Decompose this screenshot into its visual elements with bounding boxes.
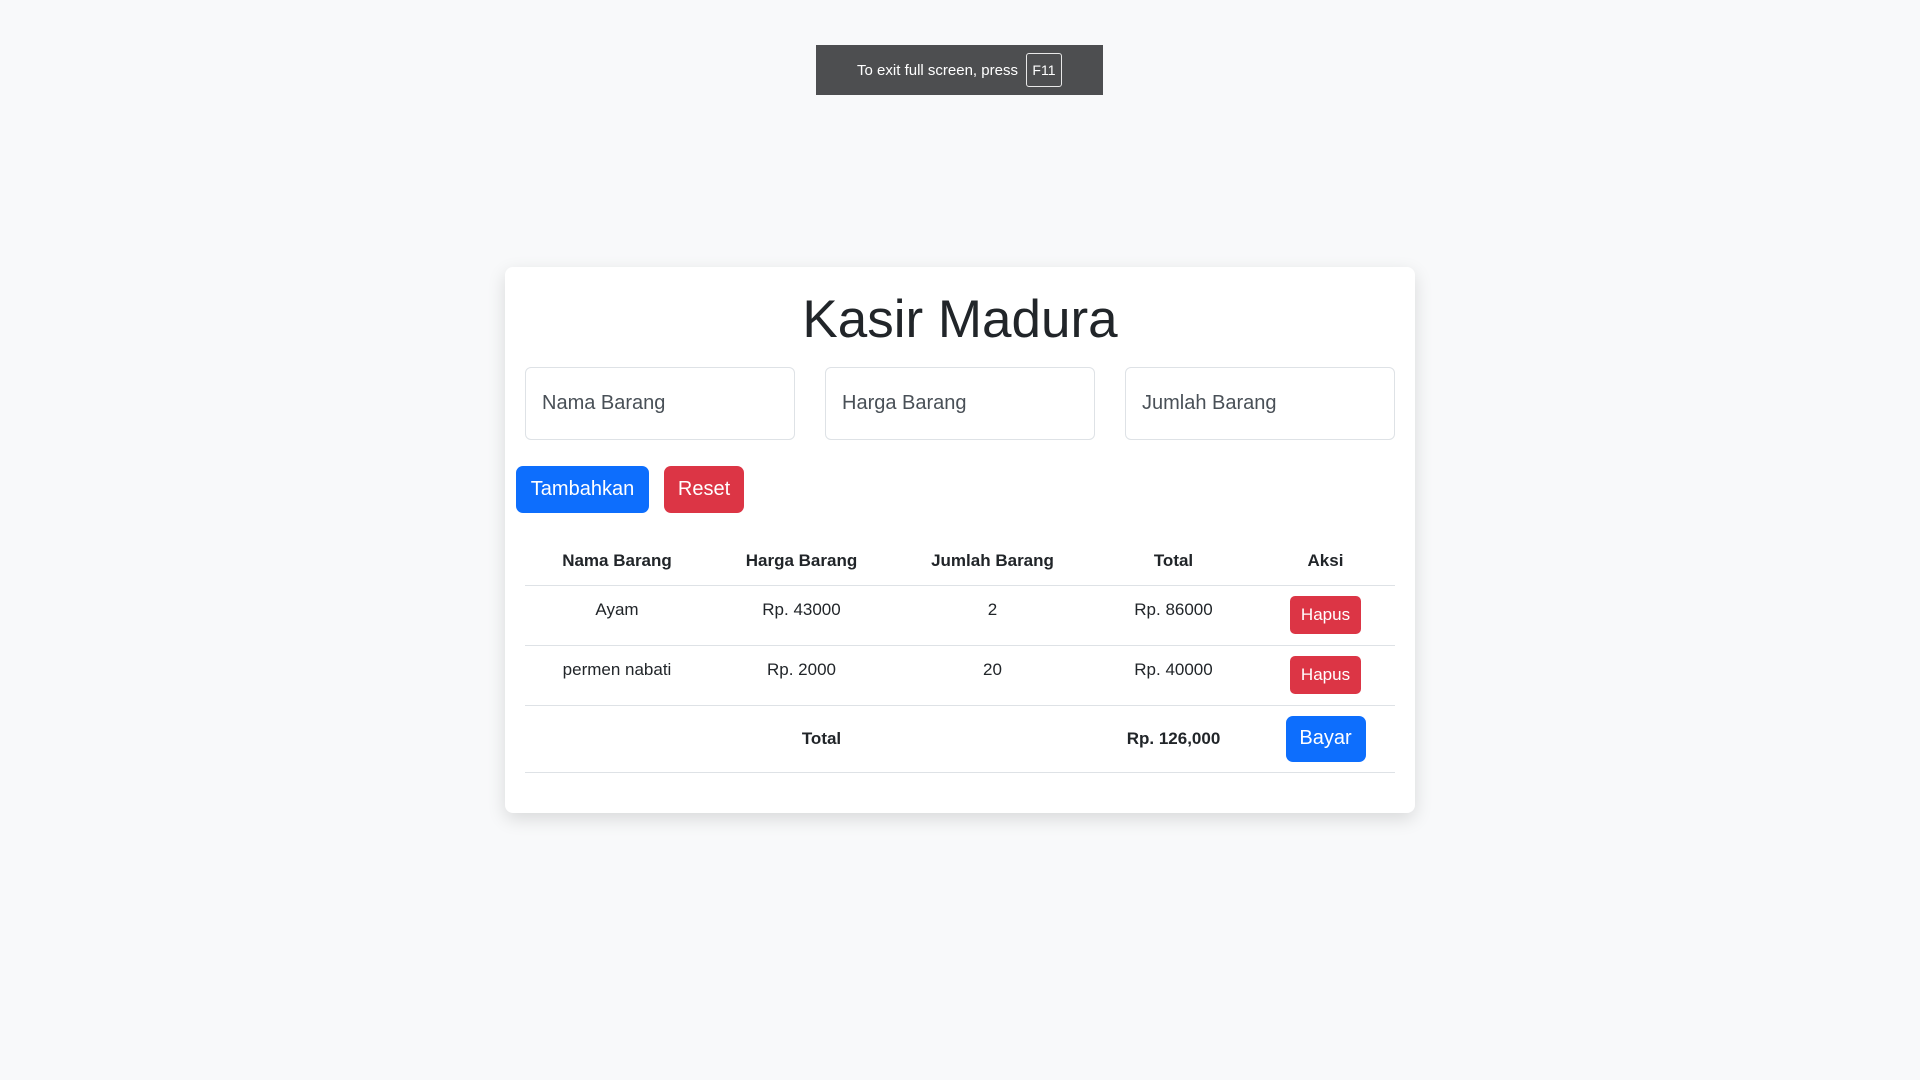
cell-item-total: Rp. 86000 (1091, 585, 1256, 646)
reset-button[interactable]: Reset (664, 466, 744, 513)
header-action: Aksi (1256, 537, 1395, 586)
cell-action: Hapus (1256, 645, 1395, 706)
page-title: Kasir Madura (802, 290, 1118, 349)
cell-item-qty: 20 (894, 645, 1091, 706)
header-total: Total (1091, 537, 1256, 586)
item-name-input[interactable] (525, 367, 795, 440)
cell-item-total: Rp. 40000 (1091, 645, 1256, 706)
cell-item-qty: 2 (894, 585, 1091, 646)
add-item-button[interactable]: Tambahkan (516, 466, 649, 513)
table-row: permen nabati Rp. 2000 20 Rp. 40000 Hapu… (525, 645, 1395, 706)
cell-action: Hapus (1256, 585, 1395, 646)
cell-item-name: Ayam (525, 585, 709, 646)
grand-total: Rp. 126,000 (1091, 705, 1256, 773)
header-item-price: Harga Barang (709, 537, 894, 586)
header-item-qty: Jumlah Barang (894, 537, 1091, 586)
cell-item-price: Rp. 43000 (709, 585, 894, 646)
pay-button[interactable]: Bayar (1285, 715, 1366, 762)
total-label: Total (801, 728, 842, 748)
fullscreen-notice-text: To exit full screen, press (857, 61, 1018, 79)
total-label-cell: Total (525, 705, 894, 773)
table-total-row: Total Rp. 126,000 Bayar (525, 705, 1395, 773)
cell-item-name: permen nabati (525, 645, 709, 706)
delete-row-button[interactable]: Hapus (1290, 595, 1361, 634)
cashier-card: Kasir Madura Tambahkan Reset Nama Barang… (505, 267, 1415, 813)
table-header-row: Nama Barang Harga Barang Jumlah Barang T… (525, 537, 1395, 586)
f11-key-hint: F11 (1025, 53, 1062, 87)
header-item-name: Nama Barang (525, 537, 709, 586)
table-row: Ayam Rp. 43000 2 Rp. 86000 Hapus (525, 585, 1395, 646)
item-qty-input[interactable] (1125, 367, 1395, 440)
cell-item-price: Rp. 2000 (709, 645, 894, 706)
total-spacer-cell (894, 705, 1091, 773)
items-table: Nama Barang Harga Barang Jumlah Barang T… (525, 537, 1395, 773)
delete-row-button[interactable]: Hapus (1290, 655, 1361, 694)
fullscreen-exit-notice: To exit full screen, press F11 (816, 45, 1103, 95)
item-price-input[interactable] (825, 367, 1095, 440)
pay-cell: Bayar (1256, 705, 1395, 773)
